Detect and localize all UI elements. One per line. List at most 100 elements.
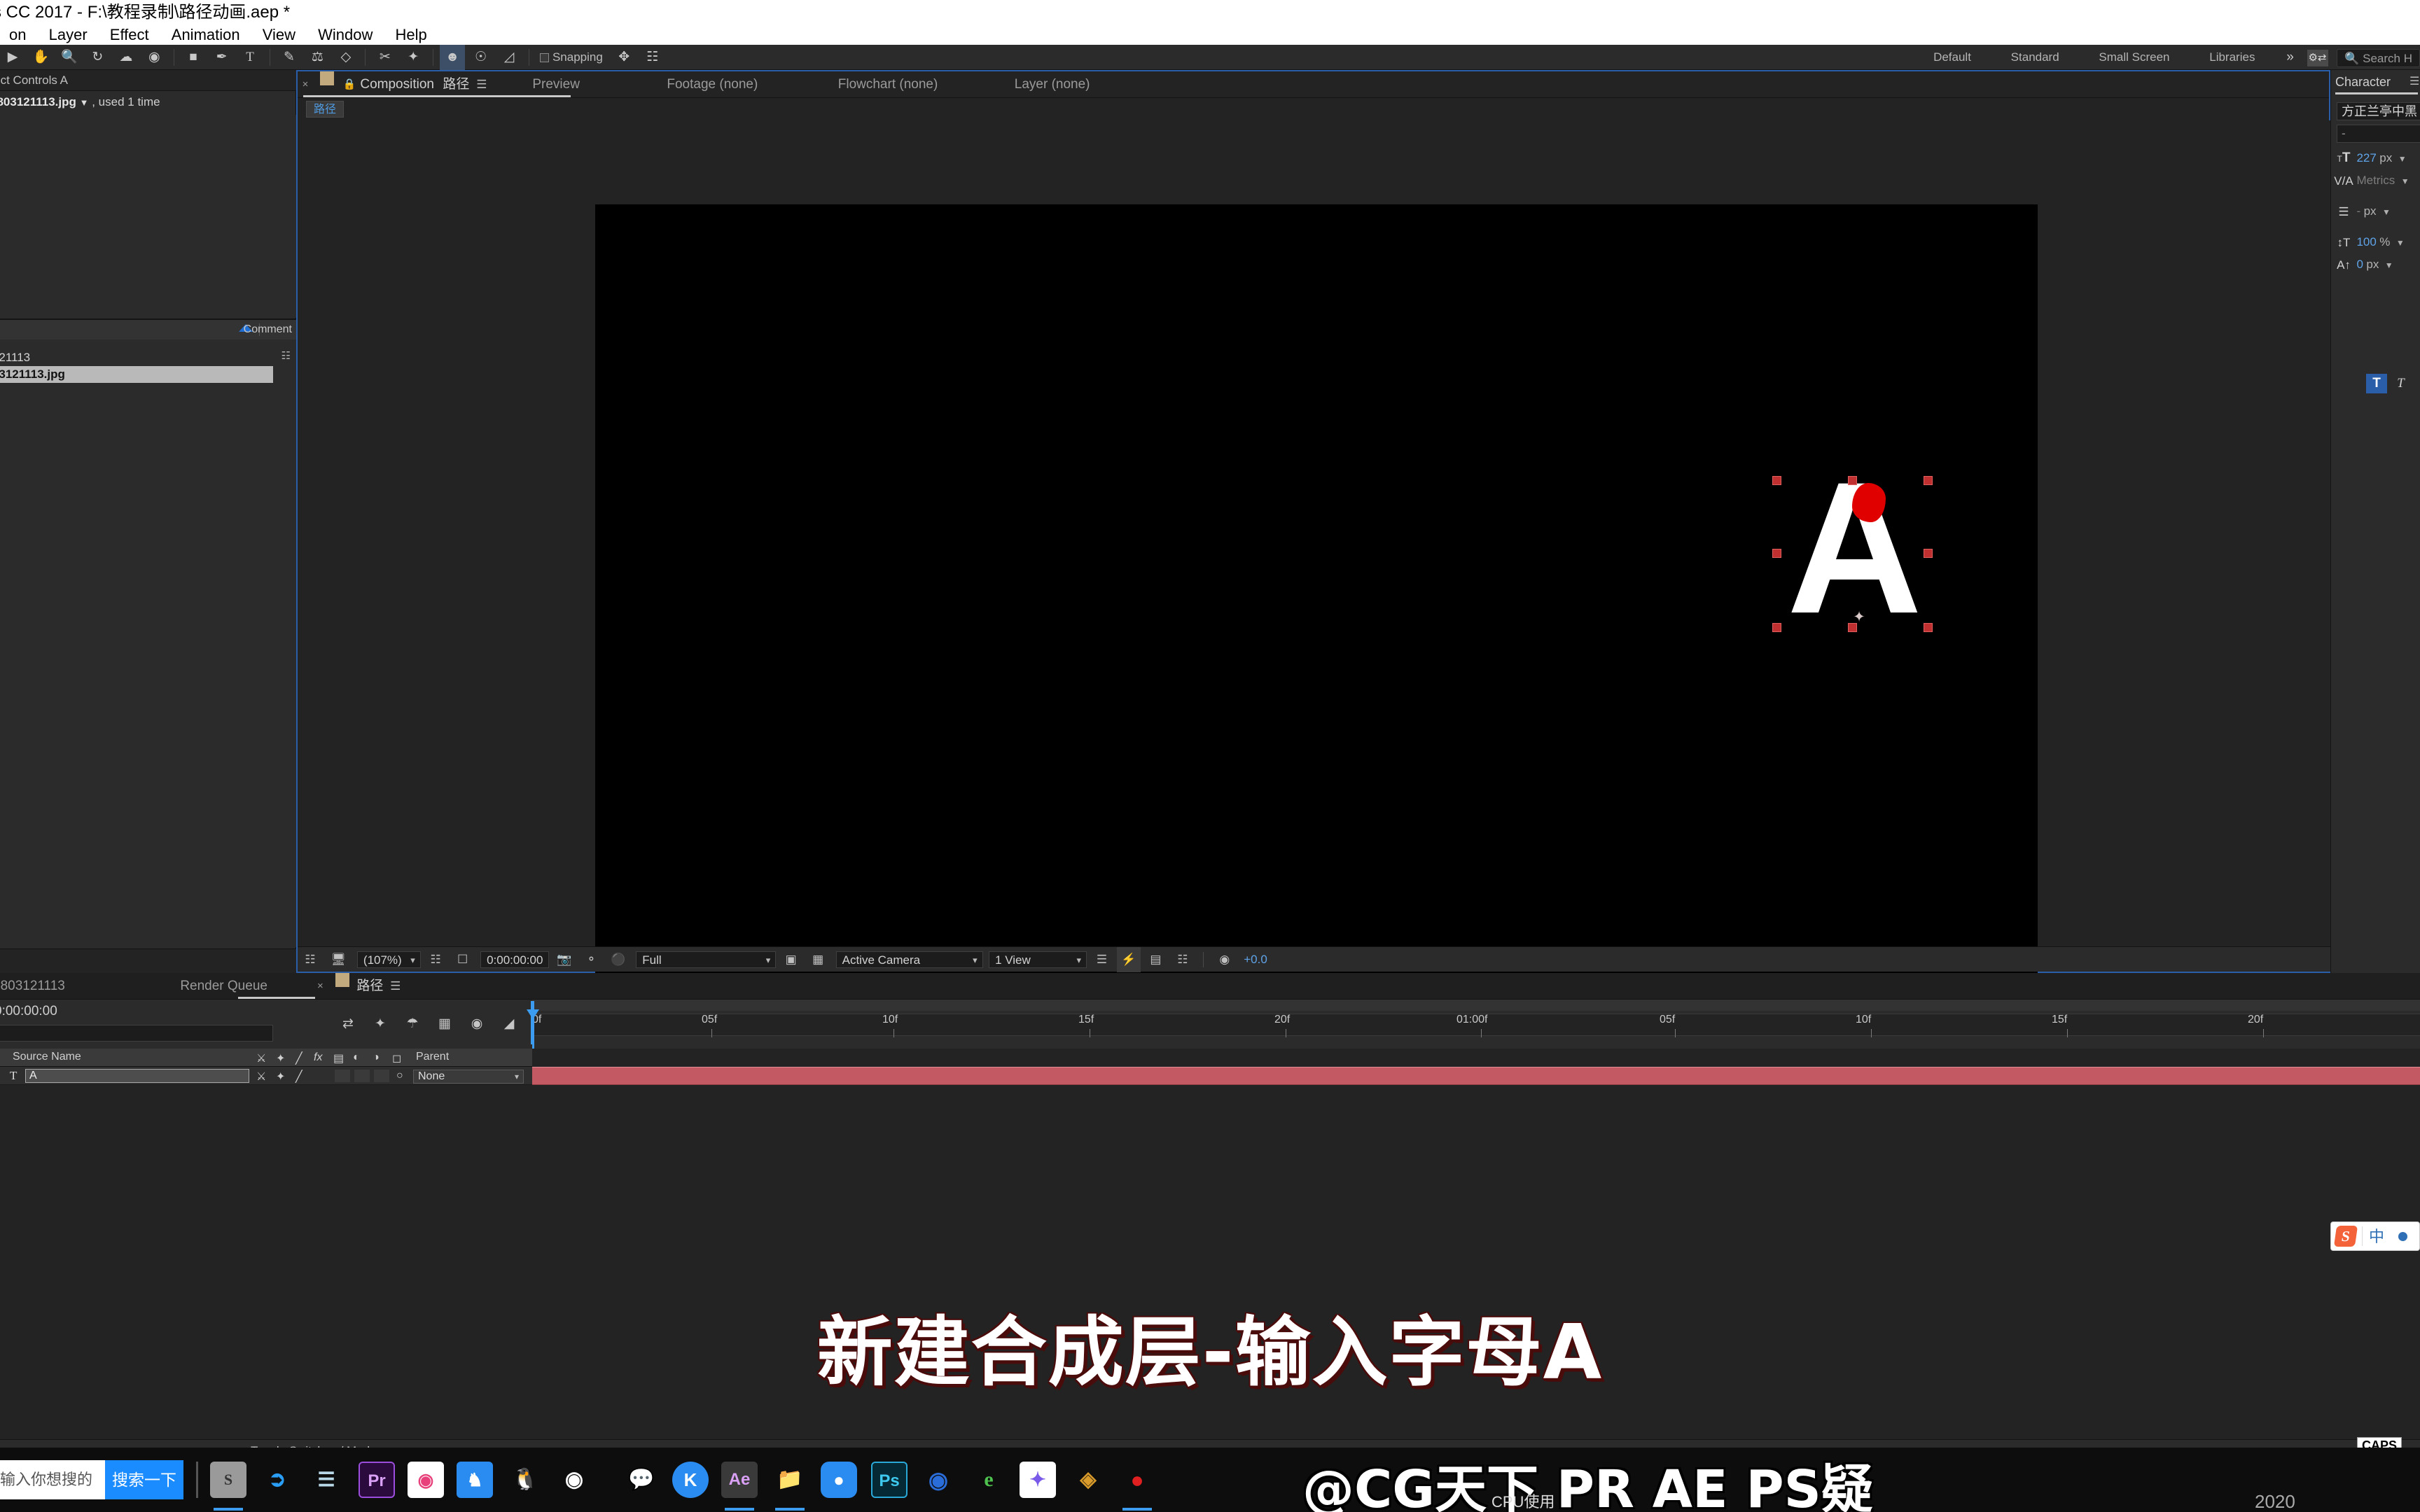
wechat-icon[interactable]: 💬 [623, 1462, 660, 1498]
faux-bold-button[interactable]: T [2366, 374, 2387, 393]
exposure-reset-icon[interactable]: ◉ [1213, 947, 1237, 972]
tab-preview[interactable]: Preview [532, 71, 580, 98]
chevron-down-icon[interactable]: ▼ [2401, 176, 2409, 186]
brainstorm-icon[interactable]: ☂ [401, 1012, 424, 1036]
project-tree-icon[interactable]: ☷ [281, 349, 291, 362]
browser-icon[interactable]: ● [821, 1462, 857, 1498]
close-tab-icon[interactable]: × [298, 71, 313, 98]
column-comment[interactable]: Comment [244, 320, 292, 340]
selection-handle[interactable] [1924, 623, 1933, 632]
chevron-down-icon[interactable]: ▼ [2382, 207, 2391, 217]
workspace-standard[interactable]: Standard [1993, 45, 2078, 70]
character-panel-menu-icon[interactable]: ☰ [2409, 70, 2419, 94]
timeline-search-input[interactable] [0, 1025, 273, 1042]
source-dropdown-icon[interactable]: ▼ [80, 97, 89, 108]
take-snapshot-icon[interactable]: 📷 [552, 947, 576, 972]
workspace-overflow-icon[interactable]: » [2276, 45, 2304, 70]
tab-layer[interactable]: Layer (none) [1015, 71, 1090, 98]
fast-previews-icon[interactable]: ⚡ [1116, 947, 1141, 972]
timeline-ruler[interactable]: 0f 05f 10f 15f 20f 01:00f 05f 10f 15f 20… [532, 1000, 2420, 1049]
layer-name-field[interactable]: A [25, 1069, 249, 1083]
quality-icon[interactable]: ╱ [295, 1051, 302, 1065]
text-layer-letter[interactable]: A [1779, 454, 1930, 641]
eraser-tool-icon[interactable]: ◇ [333, 45, 359, 70]
file-explorer-icon[interactable]: 📁 [772, 1462, 808, 1498]
current-time-indicator-icon[interactable] [527, 1009, 539, 1019]
menu-item-layer[interactable]: Layer [40, 25, 97, 45]
camera-select[interactable]: Active Camera [835, 951, 983, 969]
layer-frameblend-cell[interactable] [335, 1070, 350, 1082]
sogou-logo-icon[interactable]: S [2333, 1226, 2358, 1247]
selection-handle[interactable] [1772, 623, 1781, 632]
tab-effect-controls[interactable]: ffect Controls A [0, 70, 68, 91]
baseline-shift-row[interactable]: A↑ 0 px ▼ [2334, 255, 2393, 274]
vertical-scale-row[interactable]: ↕T 100 % ▼ [2334, 232, 2405, 252]
motion-blur-icon[interactable]: ✦ [368, 1012, 392, 1036]
puppet-pin-tool-icon[interactable]: ✦ [401, 45, 426, 70]
camera-tool-icon[interactable]: ☁ [113, 45, 139, 70]
selection-handle[interactable] [1924, 549, 1933, 558]
ime-mode-label[interactable]: 中 [2369, 1226, 2384, 1247]
record-icon[interactable]: ● [1119, 1462, 1155, 1498]
tab-timeline-comp[interactable]: 路径 [356, 973, 383, 1000]
qq-icon[interactable]: 🐧 [507, 1462, 543, 1498]
workspace-small-screen[interactable]: Small Screen [2080, 45, 2188, 70]
notepad-icon[interactable]: ☰ [308, 1462, 345, 1498]
menu-item-window[interactable]: Window [309, 25, 382, 45]
pan-behind-tool-icon[interactable]: ◉ [141, 45, 167, 70]
layer-motionblur-cell[interactable] [354, 1070, 370, 1082]
adjustment-layer-icon[interactable]: ◑ [373, 1051, 380, 1064]
resolution-select[interactable]: Full [636, 951, 777, 969]
motion-blur-column-icon[interactable]: ◐ [353, 1051, 360, 1064]
thunder-icon[interactable]: ➲ [259, 1462, 295, 1498]
tab-render-queue[interactable]: Render Queue [180, 973, 267, 1000]
tab-footage-timeline[interactable]: 0803121113 [0, 973, 65, 1000]
grid-guides-icon[interactable]: ☷ [424, 947, 447, 972]
three-d-layer-icon[interactable]: ◻ [392, 1051, 401, 1065]
project-folder-item[interactable]: 03121113 [0, 351, 30, 365]
menu-item-help[interactable]: Help [387, 25, 436, 45]
baseline-shift-value[interactable]: 0 [2356, 258, 2363, 271]
roto-brush-tool-icon[interactable]: ✂ [373, 45, 398, 70]
table-row[interactable]: T A ⚔ ✦ ╱ ○ None [0, 1067, 532, 1085]
puppet-overlap-tool-icon[interactable]: ◿ [496, 45, 522, 70]
tab-composition-name[interactable]: 路径 [443, 71, 469, 98]
snap-align-icon[interactable]: ✥ [611, 45, 637, 70]
show-snapshot-icon[interactable]: ⚬ [579, 947, 603, 972]
collapse-transformations-icon[interactable]: ✦ [276, 1051, 285, 1065]
layer-shy-toggle[interactable]: ⚔ [256, 1070, 266, 1084]
premiere-icon[interactable]: Pr [359, 1462, 395, 1498]
puppet-position-tool-icon[interactable]: ☻ [440, 45, 466, 70]
font-style-select[interactable]: - [2337, 125, 2420, 143]
kerning-value[interactable]: Metrics [2356, 174, 2395, 187]
vertical-scale-value[interactable]: 100 [2356, 235, 2376, 248]
faux-italic-button[interactable]: T [2390, 374, 2411, 393]
chevron-down-icon[interactable]: ▼ [2385, 260, 2393, 270]
show-channel-icon[interactable]: ⚫ [606, 947, 630, 972]
zoom-tool-icon[interactable]: 🔍 [57, 45, 82, 70]
breadcrumb[interactable]: 路径 [306, 101, 345, 118]
always-preview-icon[interactable]: ☷ [298, 947, 323, 972]
workspace-libraries[interactable]: Libraries [2191, 45, 2273, 70]
effects-icon[interactable]: fx [314, 1051, 322, 1064]
new-comp-icon[interactable]: ▦ [433, 1012, 457, 1036]
font-size-row[interactable]: TT 227 px ▼ [2334, 148, 2407, 168]
leading-value[interactable]: - [2356, 204, 2360, 218]
chevron-down-icon[interactable]: ▼ [2398, 154, 2407, 164]
selection-tool-icon[interactable]: ▶ [0, 45, 25, 70]
taskbar-search-button[interactable]: 搜索一下 [105, 1460, 183, 1499]
hand-tool-icon[interactable]: ✋ [28, 45, 53, 70]
menu-item-animation[interactable]: Animation [162, 25, 249, 45]
playhead-marker[interactable] [531, 1001, 534, 1044]
work-area-bar[interactable] [532, 1000, 2420, 1011]
bull-app-icon[interactable]: ♞ [457, 1462, 493, 1498]
lock-icon[interactable]: 🔒 [342, 71, 357, 98]
panel-menu-icon[interactable]: ☰ [473, 71, 491, 98]
camtasia-icon[interactable]: ◉ [920, 1462, 957, 1498]
timeline-panel-menu-icon[interactable]: ☰ [387, 973, 405, 1000]
leading-row[interactable]: ☰ - px ▼ [2334, 202, 2391, 221]
draft-3d-icon[interactable]: ◉ [465, 1012, 489, 1036]
davinci-icon[interactable]: ◈ [1070, 1462, 1106, 1498]
graph-editor-icon[interactable]: ◢ [497, 1012, 521, 1036]
layer-quality-toggle[interactable]: ╱ [295, 1070, 302, 1084]
